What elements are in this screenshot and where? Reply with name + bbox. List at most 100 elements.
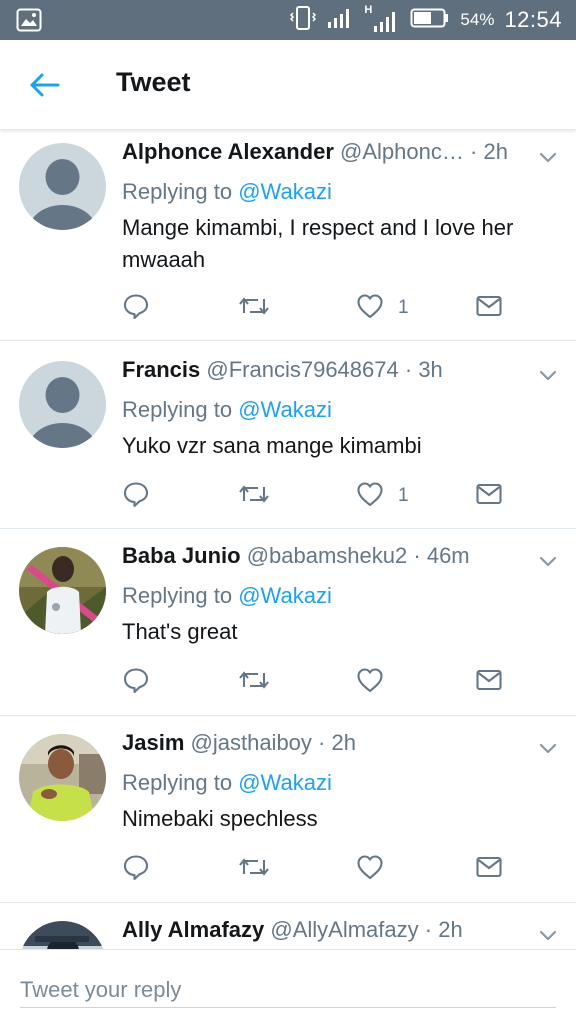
reply-input[interactable] <box>20 972 556 1008</box>
reply-icon <box>122 853 150 886</box>
separator-dot: · <box>424 917 433 942</box>
tweet-item[interactable]: Baba Junio @babamsheku2 · 46m Replying t… <box>0 529 576 716</box>
reply-composer <box>0 949 576 1024</box>
battery-percentage: 54% <box>460 10 495 29</box>
replying-to-label: Replying to <box>122 397 233 422</box>
tweet-text: Nimebaki spechless <box>122 806 318 831</box>
signal-h-icon: H <box>364 4 400 34</box>
tweet-menu-button[interactable] <box>538 742 558 756</box>
replying-to-label: Replying to <box>122 770 233 795</box>
avatar[interactable] <box>19 143 106 230</box>
separator-dot: · <box>470 139 478 164</box>
tweet-header: Jasim @jasthaiboy · 2h <box>122 730 526 760</box>
heart-icon <box>356 481 384 512</box>
tweet-item[interactable]: Alphonce Alexander @Alphonc… · 2h Replyi… <box>0 131 576 341</box>
envelope-icon <box>476 856 502 883</box>
display-name[interactable]: Ally Almafazy <box>122 917 264 942</box>
replying-to: Replying to @Wakazi <box>122 770 332 796</box>
reply-list[interactable]: Alphonce Alexander @Alphonc… · 2h Replyi… <box>0 131 576 949</box>
separator-dot: · <box>404 357 413 382</box>
tweet-text: Yuko vzr sana mange kimambi <box>122 433 422 458</box>
tweet-header: Alphonce Alexander @Alphonc… · 2h <box>122 139 526 169</box>
replying-to: Replying to @Wakazi <box>122 397 332 423</box>
direct-message-button[interactable] <box>476 667 502 697</box>
replying-to: Replying to @Wakazi <box>122 179 332 205</box>
reply-button[interactable] <box>122 293 150 323</box>
like-button[interactable]: 1 <box>356 293 409 323</box>
like-count: 1 <box>398 485 409 506</box>
tweet-header: Francis @Francis79648674 · 3h <box>122 357 526 387</box>
tweet-actions: 1 <box>122 293 522 323</box>
like-count: 1 <box>398 297 409 318</box>
display-name[interactable]: Alphonce Alexander <box>122 139 334 164</box>
tweet-text: Mange kimambi, I respect and I love her … <box>122 215 514 272</box>
heart-icon <box>356 667 384 698</box>
battery-icon <box>410 7 450 34</box>
mention-link[interactable]: @Wakazi <box>238 397 332 422</box>
display-name[interactable]: Baba Junio <box>122 543 241 568</box>
chevron-down-icon <box>538 556 558 573</box>
user-handle[interactable]: @babamsheku2 <box>247 543 408 568</box>
retweet-button[interactable] <box>238 667 270 697</box>
tweet-header: Baba Junio @babamsheku2 · 46m <box>122 543 526 573</box>
avatar[interactable] <box>19 734 106 821</box>
replying-to-label: Replying to <box>122 583 233 608</box>
chevron-down-icon <box>538 930 558 947</box>
avatar[interactable] <box>19 547 106 634</box>
tweet-text: That's great <box>122 619 238 644</box>
retweet-icon <box>238 292 270 325</box>
status-icons: H 54% 12:54 <box>290 0 562 40</box>
retweet-button[interactable] <box>238 854 270 884</box>
back-button[interactable] <box>28 70 62 100</box>
tweet-menu-button[interactable] <box>538 555 558 569</box>
direct-message-button[interactable] <box>476 854 502 884</box>
user-handle[interactable]: @AllyAlmafazy <box>270 917 418 942</box>
separator-dot: · <box>318 730 326 755</box>
retweet-button[interactable] <box>238 481 270 511</box>
tweet-item[interactable]: Ally Almafazy @AllyAlmafazy · 2h <box>0 903 576 949</box>
user-handle[interactable]: @Alphonc… <box>340 139 464 164</box>
tweet-item[interactable]: Jasim @jasthaiboy · 2h Replying to @Waka… <box>0 716 576 903</box>
avatar[interactable] <box>19 921 106 949</box>
tweet-actions <box>122 667 522 697</box>
replying-to-label: Replying to <box>122 179 233 204</box>
mention-link[interactable]: @Wakazi <box>238 179 332 204</box>
tweet-item[interactable]: Francis @Francis79648674 · 3h Replying t… <box>0 341 576 529</box>
retweet-icon <box>238 666 270 699</box>
heart-icon <box>356 854 384 885</box>
tweet-menu-button[interactable] <box>538 151 558 165</box>
user-handle[interactable]: @jasthaiboy <box>191 730 312 755</box>
retweet-button[interactable] <box>238 293 270 323</box>
direct-message-button[interactable] <box>476 481 502 511</box>
tweet-actions: 1 <box>122 481 522 511</box>
retweet-icon <box>238 480 270 513</box>
mention-link[interactable]: @Wakazi <box>238 770 332 795</box>
replying-to: Replying to @Wakazi <box>122 583 332 609</box>
clock: 12:54 <box>504 7 562 32</box>
like-button[interactable] <box>356 667 398 697</box>
display-name[interactable]: Jasim <box>122 730 184 755</box>
tweet-menu-button[interactable] <box>538 369 558 383</box>
mention-link[interactable]: @Wakazi <box>238 583 332 608</box>
vibrate-icon <box>290 4 317 37</box>
page-title: Tweet <box>116 67 191 97</box>
tweet-menu-button[interactable] <box>538 929 558 943</box>
display-name[interactable]: Francis <box>122 357 200 382</box>
chevron-down-icon <box>538 152 558 169</box>
reply-button[interactable] <box>122 481 150 511</box>
separator-dot: · <box>413 543 421 568</box>
reply-icon <box>122 292 150 325</box>
timestamp: 3h <box>418 357 443 382</box>
reply-button[interactable] <box>122 854 150 884</box>
user-handle[interactable]: @Francis79648674 <box>206 357 398 382</box>
reply-button[interactable] <box>122 667 150 697</box>
direct-message-button[interactable] <box>476 293 502 323</box>
timestamp: 2h <box>331 730 356 755</box>
heart-icon <box>356 293 384 324</box>
like-button[interactable]: 1 <box>356 481 409 511</box>
envelope-icon <box>476 483 502 510</box>
top-app-bar: Tweet <box>0 40 576 130</box>
like-button[interactable] <box>356 854 398 884</box>
retweet-icon <box>238 853 270 886</box>
avatar[interactable] <box>19 361 106 448</box>
